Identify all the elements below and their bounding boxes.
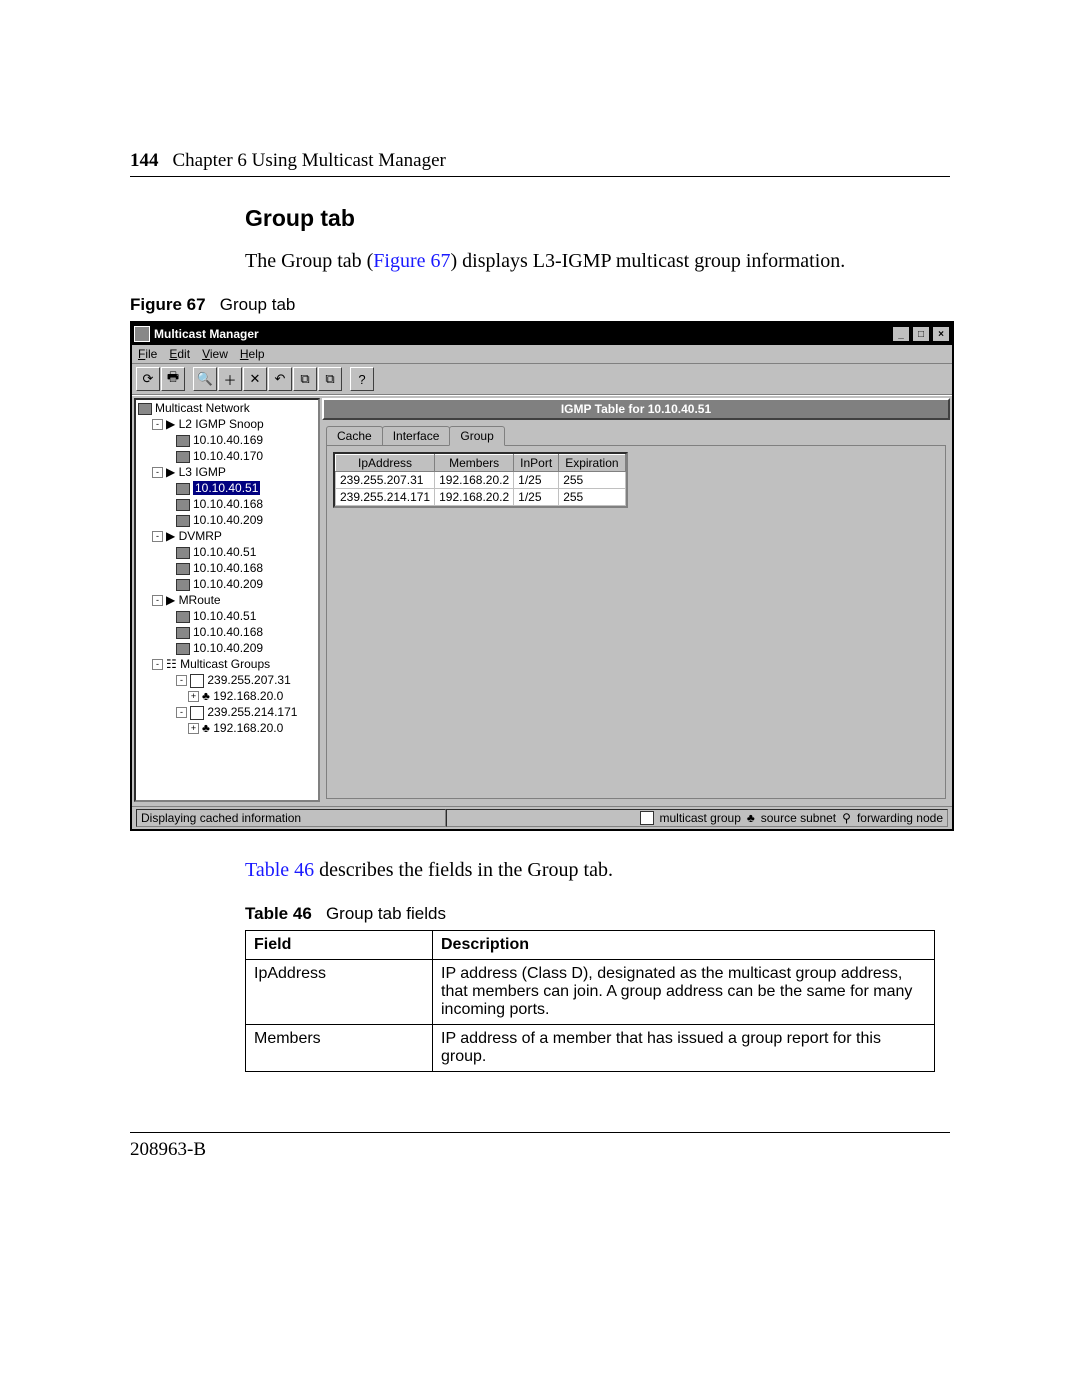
figure-title: Group tab [220, 295, 296, 314]
section-heading: Group tab [245, 205, 950, 232]
table-title: Group tab fields [326, 904, 446, 923]
field-table: Field Description IpAddress IP address (… [245, 930, 935, 1072]
tree-node[interactable]: 10.10.40.209 [136, 512, 318, 528]
figure-ref-link[interactable]: Figure 67 [373, 250, 450, 272]
table-ref-link[interactable]: Table 46 [245, 859, 314, 881]
panel-title: IGMP Table for 10.10.40.51 [322, 398, 950, 420]
menu-help[interactable]: Help [240, 347, 265, 361]
app-window: Multicast Manager _ □ × File Edit View H… [130, 321, 954, 831]
field-table-row: Members IP address of a member that has … [246, 1025, 935, 1072]
tree-node[interactable]: 10.10.40.170 [136, 448, 318, 464]
tree-mroute[interactable]: -▶ MRoute [136, 592, 318, 608]
chapter-title: Chapter 6 Using Multicast Manager [173, 150, 446, 172]
tree-node[interactable]: 10.10.40.168 [136, 496, 318, 512]
toolbar-copy-icon[interactable]: ⧉ [293, 367, 317, 391]
table-ref-paragraph: Table 46 describes the fields in the Gro… [245, 859, 950, 882]
status-text: Displaying cached information [136, 809, 446, 827]
tree-node[interactable]: 10.10.40.209 [136, 576, 318, 592]
tree-root[interactable]: Multicast Network [136, 400, 318, 416]
igmp-table: IpAddress Members InPort Expiration 239.… [333, 452, 628, 508]
figure-label: Figure 67 [130, 295, 206, 314]
legend-fn-icon: ⚲ [842, 811, 851, 825]
col-inport[interactable]: InPort [514, 455, 559, 472]
tab-panel: IpAddress Members InPort Expiration 239.… [326, 445, 946, 799]
tab-group[interactable]: Group [449, 426, 504, 446]
tree-subnet[interactable]: +♣ 192.168.20.0 [136, 720, 318, 736]
field-table-header-desc: Description [433, 931, 935, 960]
col-expiration[interactable]: Expiration [559, 455, 625, 472]
maximize-button[interactable]: □ [912, 326, 930, 342]
col-ipaddress[interactable]: IpAddress [336, 455, 435, 472]
app-icon [134, 326, 150, 342]
table-row[interactable]: 239.255.207.31 192.168.20.2 1/25 255 [336, 472, 626, 489]
toolbar-zoom-icon[interactable]: 🔍 [193, 367, 217, 391]
close-button[interactable]: × [932, 326, 950, 342]
tree-multicast-groups[interactable]: -☷ Multicast Groups [136, 656, 318, 672]
tab-cache[interactable]: Cache [326, 426, 383, 446]
tree-node[interactable]: 10.10.40.51 [136, 544, 318, 560]
doc-number: 208963-B [130, 1139, 206, 1160]
menu-edit[interactable]: Edit [169, 347, 190, 361]
toolbar-add-icon[interactable]: ＋ [218, 367, 242, 391]
tree-pane[interactable]: Multicast Network -▶ L2 IGMP Snoop 10.10… [134, 398, 320, 802]
tree-dvmrp[interactable]: -▶ DVMRP [136, 528, 318, 544]
window-title: Multicast Manager [154, 327, 890, 341]
table-label: Table 46 [245, 904, 312, 923]
field-table-header-field: Field [246, 931, 433, 960]
tree-l3igmp[interactable]: -▶ L3 IGMP [136, 464, 318, 480]
tree-node[interactable]: 10.10.40.168 [136, 560, 318, 576]
toolbar: ⟳ 🖶 🔍 ＋ ✕ ↶ ⧉ ⧉ ? [132, 364, 952, 395]
tree-group[interactable]: - 239.255.207.31 [136, 672, 318, 688]
col-members[interactable]: Members [435, 455, 514, 472]
content-pane: IGMP Table for 10.10.40.51 Cache Interfa… [322, 398, 950, 804]
minimize-button[interactable]: _ [892, 326, 910, 342]
tree-node[interactable]: 10.10.40.168 [136, 624, 318, 640]
intro-paragraph: The Group tab (Figure 67) displays L3-IG… [245, 250, 950, 273]
legend-mg-icon [640, 811, 654, 825]
page-footer: 208963-B [130, 1132, 950, 1161]
status-legend: multicast group ♣source subnet ⚲forwardi… [446, 809, 948, 827]
tree-node[interactable]: 10.10.40.209 [136, 640, 318, 656]
intro-pre: The Group tab ( [245, 250, 373, 272]
tab-row: Cache Interface Group [322, 426, 950, 446]
tree-group[interactable]: - 239.255.214.171 [136, 704, 318, 720]
menu-bar: File Edit View Help [132, 345, 952, 364]
page-header: 144 Chapter 6 Using Multicast Manager [130, 150, 950, 177]
toolbar-separator-2 [343, 367, 349, 389]
toolbar-help-icon[interactable]: ? [350, 367, 374, 391]
toolbar-print-icon[interactable]: 🖶 [161, 367, 185, 391]
toolbar-separator [186, 367, 192, 389]
menu-view[interactable]: View [202, 347, 228, 361]
tree-node[interactable]: 10.10.40.51 [136, 608, 318, 624]
tree-l2igmp[interactable]: -▶ L2 IGMP Snoop [136, 416, 318, 432]
menu-file[interactable]: File [138, 347, 157, 361]
toolbar-paste-icon[interactable]: ⧉ [318, 367, 342, 391]
intro-post: ) displays L3-IGMP multicast group infor… [451, 250, 846, 272]
tree-node[interactable]: 10.10.40.169 [136, 432, 318, 448]
figure-caption: Figure 67 Group tab [130, 295, 950, 315]
table-ref-post: describes the fields in the Group tab. [314, 859, 613, 881]
legend-ss-icon: ♣ [747, 811, 755, 825]
toolbar-undo-icon[interactable]: ↶ [268, 367, 292, 391]
status-bar: Displaying cached information multicast … [132, 806, 952, 829]
tree-subnet[interactable]: +♣ 192.168.20.0 [136, 688, 318, 704]
table-row[interactable]: 239.255.214.171 192.168.20.2 1/25 255 [336, 489, 626, 506]
toolbar-refresh-icon[interactable]: ⟳ [136, 367, 160, 391]
table-caption: Table 46 Group tab fields [245, 904, 950, 924]
tree-node-selected[interactable]: 10.10.40.51 [136, 480, 318, 496]
tab-interface[interactable]: Interface [382, 426, 451, 446]
field-table-row: IpAddress IP address (Class D), designat… [246, 960, 935, 1025]
window-titlebar: Multicast Manager _ □ × [132, 323, 952, 345]
toolbar-delete-icon[interactable]: ✕ [243, 367, 267, 391]
page-number: 144 [130, 150, 159, 172]
